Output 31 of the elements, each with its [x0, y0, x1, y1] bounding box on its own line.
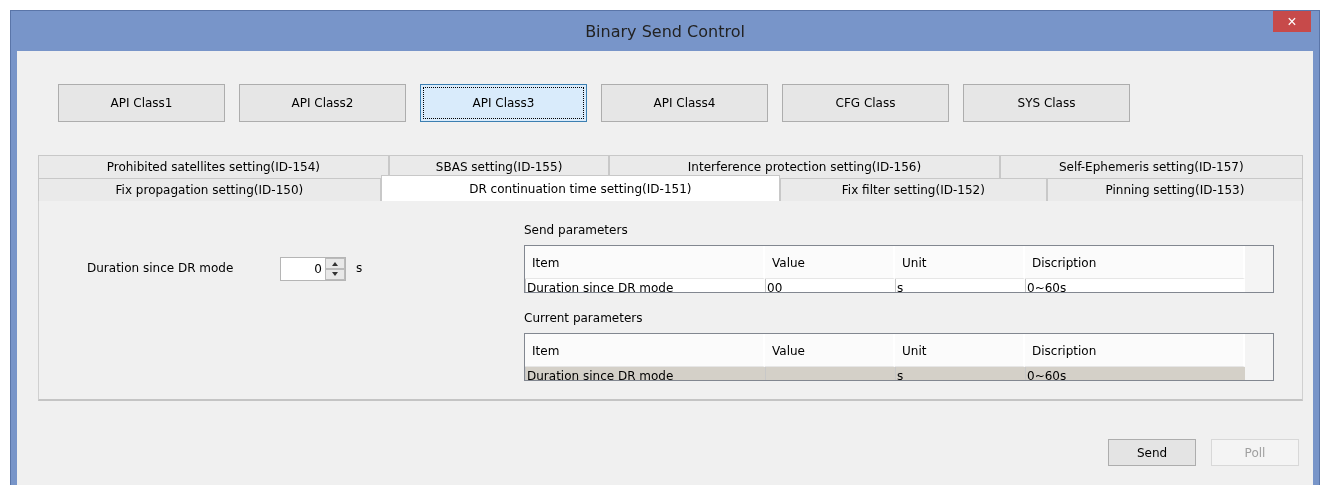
table-cell: 0~60s: [1025, 279, 1245, 292]
tab[interactable]: Fix filter setting(ID-152): [779, 178, 1047, 201]
scrollbar[interactable]: [1245, 246, 1273, 292]
tab[interactable]: Fix propagation setting(ID-150): [38, 178, 381, 201]
table-cell: s: [895, 367, 1025, 380]
window-title: Binary Send Control: [585, 21, 745, 41]
dialog-button[interactable]: Send: [1108, 439, 1196, 466]
unit-label: s: [356, 260, 363, 277]
table-cell: 0~60s: [1025, 367, 1245, 380]
tab[interactable]: Pinning setting(ID-153): [1046, 178, 1303, 201]
table-cell: Duration since DR mode: [525, 279, 765, 292]
tab[interactable]: Prohibited satellites setting(ID-154): [38, 155, 389, 178]
close-button[interactable]: ×: [1273, 11, 1311, 32]
tab[interactable]: Self-Ephemeris setting(ID-157): [999, 155, 1303, 178]
class-button[interactable]: SYS Class: [963, 84, 1130, 122]
spin-arrows-icon[interactable]: [325, 258, 345, 280]
spin-box[interactable]: 0: [280, 257, 346, 281]
table-cell: 00: [765, 279, 895, 292]
table-cell: s: [895, 279, 1025, 292]
scrollbar[interactable]: [1245, 334, 1273, 380]
tab[interactable]: DR continuation time setting(ID-151): [380, 175, 780, 201]
class-button[interactable]: CFG Class: [782, 84, 949, 122]
table-title: Send parameters: [524, 223, 629, 237]
class-button[interactable]: API Class3: [420, 84, 587, 122]
table-title: Current parameters: [524, 311, 644, 325]
table-cell: Duration since DR mode: [525, 367, 765, 380]
tab[interactable]: Interference protection setting(ID-156): [609, 155, 1000, 178]
field-label: Duration since DR mode: [87, 260, 235, 277]
class-button[interactable]: API Class1: [58, 84, 225, 122]
class-button[interactable]: API Class4: [601, 84, 768, 122]
class-button[interactable]: API Class2: [239, 84, 406, 122]
